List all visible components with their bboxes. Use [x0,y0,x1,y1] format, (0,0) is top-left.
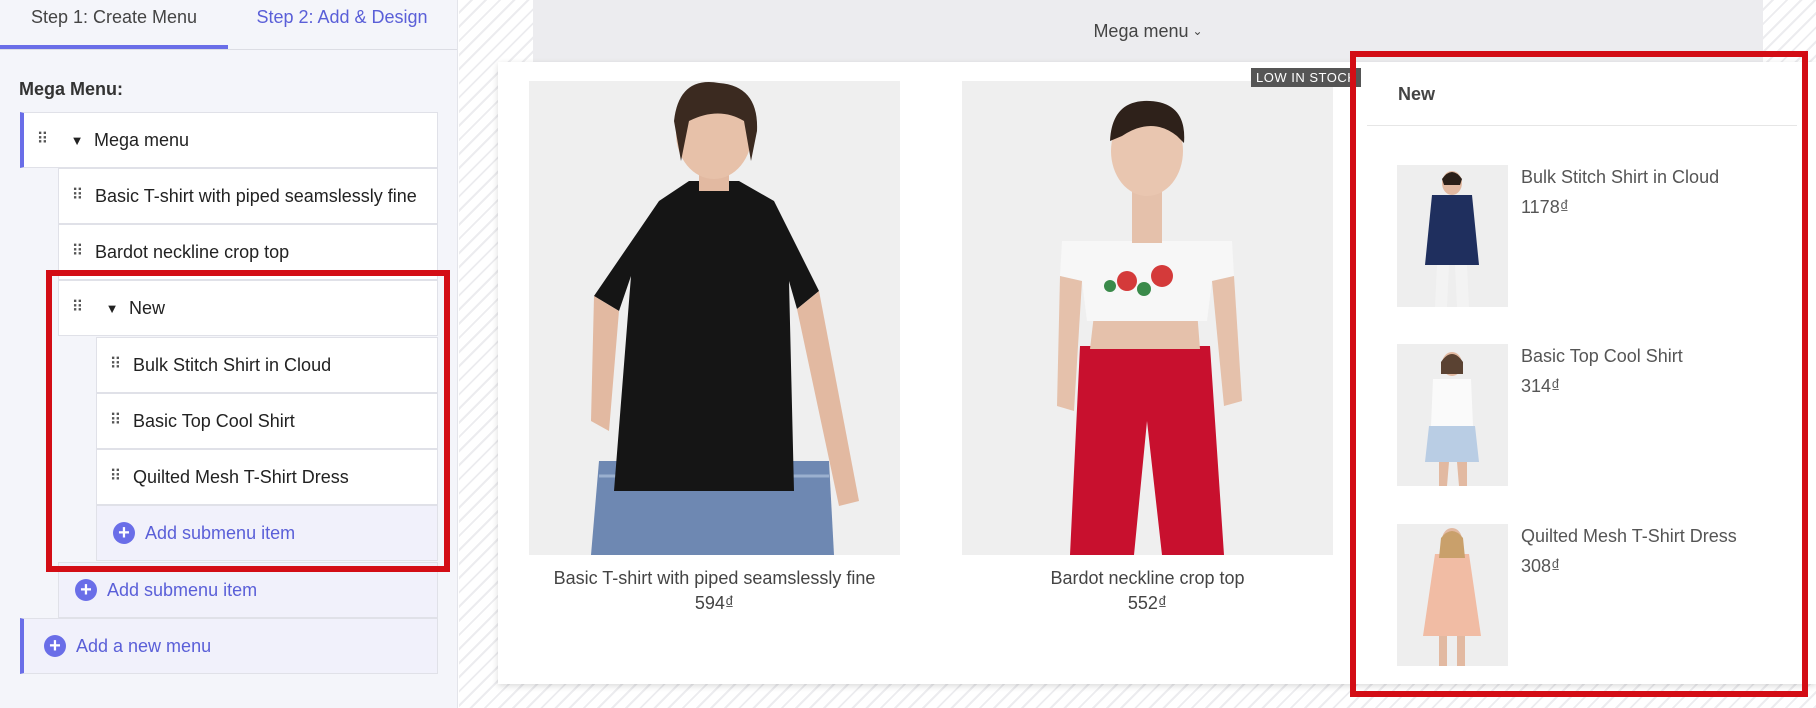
menu-item-label: Bardot neckline crop top [95,241,290,262]
drag-handle-icon[interactable]: ⠿ [59,188,95,204]
product-card[interactable]: Bardot neckline crop top 552₫ [962,81,1333,614]
product-name[interactable]: Bardot neckline crop top [962,568,1333,589]
menu-item-label: Mega menu [94,129,190,150]
menu-item-basic-tshirt[interactable]: ⠿ Basic T-shirt with piped seamslessly f… [58,168,438,224]
plus-circle-icon: + [44,635,66,657]
add-new-menu-button[interactable]: + Add a new menu [20,618,438,674]
add-submenu-label: Add submenu item [107,579,258,600]
product-image[interactable] [962,81,1333,555]
mega-menu-heading: Mega Menu: [19,79,124,99]
product-image[interactable] [529,81,900,555]
product-card[interactable]: Basic T-shirt with piped seamslessly fin… [529,81,900,614]
product-price: 594₫ [694,593,735,613]
product-name[interactable]: Basic T-shirt with piped seamslessly fin… [529,568,900,589]
drag-handle-icon[interactable]: ⠿ [59,244,95,260]
product-price: 552₫ [1127,593,1168,613]
step-tabs: Step 1: Create Menu Step 2: Add & Design [0,0,457,50]
tab-add-design[interactable]: Step 2: Add & Design [228,0,456,49]
menu-item-label: Basic T-shirt with piped seamslessly fin… [95,185,417,206]
drag-handle-icon[interactable]: ⠿ [24,132,60,148]
mega-menu-link[interactable]: Mega menu [1093,21,1188,42]
highlight-box-right [1350,51,1808,697]
highlight-box-left [46,270,450,572]
low-stock-badge: LOW IN STOCK [1251,68,1362,87]
menu-editor-panel: Step 1: Create Menu Step 2: Add & Design… [0,0,458,708]
plus-circle-icon: + [75,579,97,601]
menu-item-mega-menu[interactable]: ⠿ ▼ Mega menu [20,112,438,168]
caret-down-icon[interactable]: ▼ [60,133,94,148]
add-menu-label: Add a new menu [76,635,212,656]
chevron-down-icon: ⌄ [1192,24,1203,38]
tab-create-menu[interactable]: Step 1: Create Menu [0,0,228,49]
